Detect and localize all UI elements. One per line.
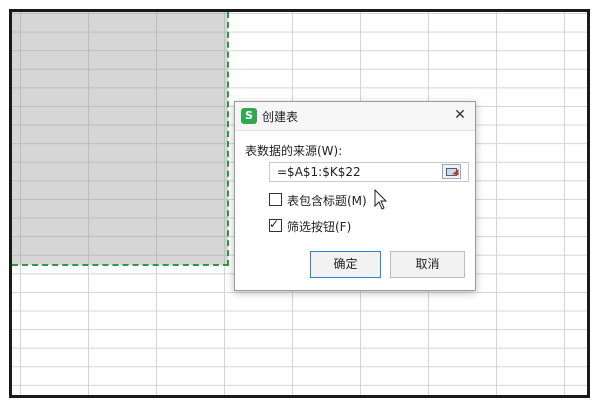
range-select-icon[interactable] xyxy=(442,164,462,179)
close-icon[interactable]: ✕ xyxy=(451,106,469,124)
filter-button-label: 筛选按钮(F) xyxy=(287,220,352,234)
range-input[interactable] xyxy=(269,162,469,182)
create-table-dialog: S 创建表 ✕ 表数据的来源(W): 表包含标题(M) ✓ 筛选按钮(F) 确定… xyxy=(234,101,476,291)
checkmark-icon: ✓ xyxy=(269,217,280,231)
has-headers-label: 表包含标题(M) xyxy=(287,194,367,208)
cancel-button[interactable]: 取消 xyxy=(390,251,465,278)
filter-button-checkbox[interactable]: ✓ xyxy=(269,217,282,232)
ok-button[interactable]: 确定 xyxy=(310,251,381,278)
app-icon: S xyxy=(241,108,257,124)
copy-marquee-border xyxy=(12,12,229,266)
dialog-titlebar[interactable]: S 创建表 ✕ xyxy=(235,102,475,131)
source-label: 表数据的来源(W): xyxy=(245,144,343,158)
has-headers-checkbox[interactable] xyxy=(269,193,282,206)
mouse-pointer-icon xyxy=(374,189,388,210)
dialog-title: 创建表 xyxy=(262,110,299,124)
